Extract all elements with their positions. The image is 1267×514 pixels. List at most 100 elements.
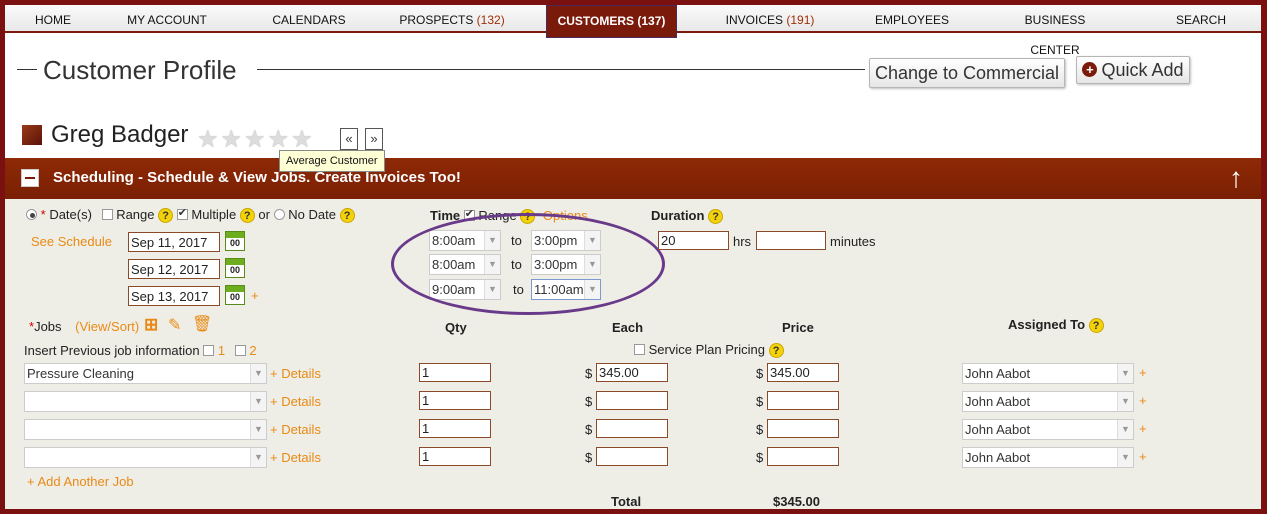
service-plan-checkbox[interactable] <box>634 344 645 355</box>
view-sort-link[interactable]: (View/Sort) <box>75 319 139 334</box>
trash-icon[interactable]: 🗑 <box>192 314 212 334</box>
help-icon[interactable]: ? <box>1088 318 1104 333</box>
job-details-link[interactable]: + Details <box>270 366 321 381</box>
collapse-icon[interactable] <box>21 169 39 187</box>
assigned-value: John Aabot <box>965 366 1031 381</box>
job-select[interactable]: ▼ <box>24 419 267 440</box>
star-icon[interactable]: ★ <box>221 128 243 152</box>
each-input[interactable] <box>596 419 668 438</box>
service-plan-row: Service Plan Pricing ? <box>634 342 784 358</box>
calendar-icon[interactable]: 00 <box>225 285 245 305</box>
price-currency: $ <box>756 450 764 465</box>
edit-pencil-icon[interactable]: ✎ <box>168 315 181 335</box>
prev-customer-button[interactable]: « <box>340 128 358 150</box>
jobs-header: *Jobs (View/Sort) <box>29 319 139 334</box>
nav-home[interactable]: HOME <box>17 5 89 33</box>
rating-stars[interactable]: ★★★★★ <box>197 128 315 152</box>
nav-employees-label: EMPLOYEES <box>874 13 950 27</box>
duration-label: Duration <box>651 208 705 223</box>
add-another-job-link[interactable]: + Add Another Job <box>27 474 134 489</box>
assigned-add-button[interactable]: + <box>1139 421 1147 436</box>
assigned-select[interactable]: John Aabot ▼ <box>962 363 1134 384</box>
insert-prev-1-checkbox[interactable] <box>203 345 215 356</box>
no-date-radio[interactable] <box>273 209 285 220</box>
next-customer-button[interactable]: » <box>365 128 383 150</box>
nav-business-center[interactable]: BUSINESS CENTER <box>999 5 1111 57</box>
chevron-down-icon: ▼ <box>250 364 266 383</box>
title-rule <box>257 69 865 70</box>
range-checkbox[interactable] <box>101 209 113 220</box>
multiple-checkbox[interactable] <box>176 206 188 220</box>
nav-prospects[interactable]: PROSPECTS (132) <box>399 5 505 33</box>
each-input[interactable] <box>596 391 668 410</box>
help-icon[interactable]: ? <box>768 343 784 358</box>
star-icon[interactable]: ★ <box>291 128 313 152</box>
assigned-add-button[interactable]: + <box>1139 393 1147 408</box>
help-icon[interactable]: ? <box>239 208 255 223</box>
star-icon[interactable]: ★ <box>197 128 219 152</box>
job-select[interactable]: ▼ <box>24 447 267 468</box>
assigned-value: John Aabot <box>965 450 1031 465</box>
help-icon[interactable]: ? <box>708 209 724 224</box>
quick-add-button[interactable]: + Quick Add <box>1076 56 1190 84</box>
range-label: Range <box>116 207 155 222</box>
no-date-label: No Date <box>288 207 336 222</box>
qty-input[interactable] <box>419 447 491 466</box>
qty-input[interactable] <box>419 391 491 410</box>
qty-input[interactable] <box>419 363 491 382</box>
nav-calendars[interactable]: CALENDARS <box>263 5 355 33</box>
job-details-link[interactable]: + Details <box>270 422 321 437</box>
dates-radio[interactable] <box>26 209 37 220</box>
job-details-link[interactable]: + Details <box>270 394 321 409</box>
nav-customers-count: (137) <box>637 14 666 28</box>
chevron-down-icon: ▼ <box>250 448 266 467</box>
price-input[interactable] <box>767 419 839 438</box>
price-currency: $ <box>756 366 764 381</box>
price-input[interactable] <box>767 391 839 410</box>
nav-employees[interactable]: EMPLOYEES <box>871 5 953 33</box>
add-job-icon[interactable]: ⊞ <box>144 315 158 335</box>
job-select[interactable]: ▼ <box>24 391 267 412</box>
assigned-select[interactable]: John Aabot ▼ <box>962 447 1134 468</box>
nav-my-account[interactable]: MY ACCOUNT <box>122 5 212 33</box>
each-input[interactable] <box>596 363 668 382</box>
help-icon[interactable]: ? <box>339 208 355 223</box>
insert-prev-2-checkbox[interactable] <box>234 345 246 356</box>
price-input[interactable] <box>767 363 839 382</box>
qty-header: Qty <box>445 320 467 335</box>
add-date-button[interactable]: + <box>251 288 259 303</box>
each-input[interactable] <box>596 447 668 466</box>
qty-input[interactable] <box>419 419 491 438</box>
duration-hours-input[interactable] <box>658 231 729 250</box>
duration-header: Duration ? <box>651 208 724 224</box>
nav-customers[interactable]: CUSTOMERS (137) <box>546 5 677 38</box>
date-input-2[interactable] <box>128 259 220 279</box>
star-icon[interactable]: ★ <box>268 128 290 152</box>
date-options-row: * Date(s) Range ? Multiple ? or No Date … <box>26 206 355 223</box>
star-icon[interactable]: ★ <box>244 128 266 152</box>
date-input-3[interactable] <box>128 286 220 306</box>
scheduling-section-header[interactable]: Scheduling - Schedule & View Jobs. Creat… <box>5 158 1261 199</box>
assigned-select[interactable]: John Aabot ▼ <box>962 419 1134 440</box>
job-select[interactable]: Pressure Cleaning ▼ <box>24 363 267 384</box>
help-icon[interactable]: ? <box>158 208 174 223</box>
nav-search[interactable]: SEARCH <box>1169 5 1233 33</box>
assigned-add-button[interactable]: + <box>1139 365 1147 380</box>
title-dash-left <box>17 69 37 70</box>
customer-type-icon <box>22 125 42 145</box>
duration-minutes-input[interactable] <box>756 231 826 250</box>
assigned-add-button[interactable]: + <box>1139 449 1147 464</box>
assigned-select[interactable]: John Aabot ▼ <box>962 391 1134 412</box>
see-schedule-link[interactable]: See Schedule <box>31 234 112 249</box>
nav-invoices[interactable]: INVOICES (191) <box>723 5 817 33</box>
change-to-commercial-button[interactable]: Change to Commercial <box>869 58 1065 88</box>
chevron-down-icon: ▼ <box>1117 448 1133 467</box>
chevron-down-icon: ▼ <box>1117 420 1133 439</box>
date-input-1[interactable] <box>128 232 220 252</box>
calendar-icon[interactable]: 00 <box>225 258 245 278</box>
price-input[interactable] <box>767 447 839 466</box>
calendar-icon[interactable]: 00 <box>225 231 245 251</box>
arrow-up-icon[interactable]: ↑ <box>1229 162 1243 194</box>
job-details-link[interactable]: + Details <box>270 450 321 465</box>
service-plan-label: Service Plan Pricing <box>648 342 765 357</box>
